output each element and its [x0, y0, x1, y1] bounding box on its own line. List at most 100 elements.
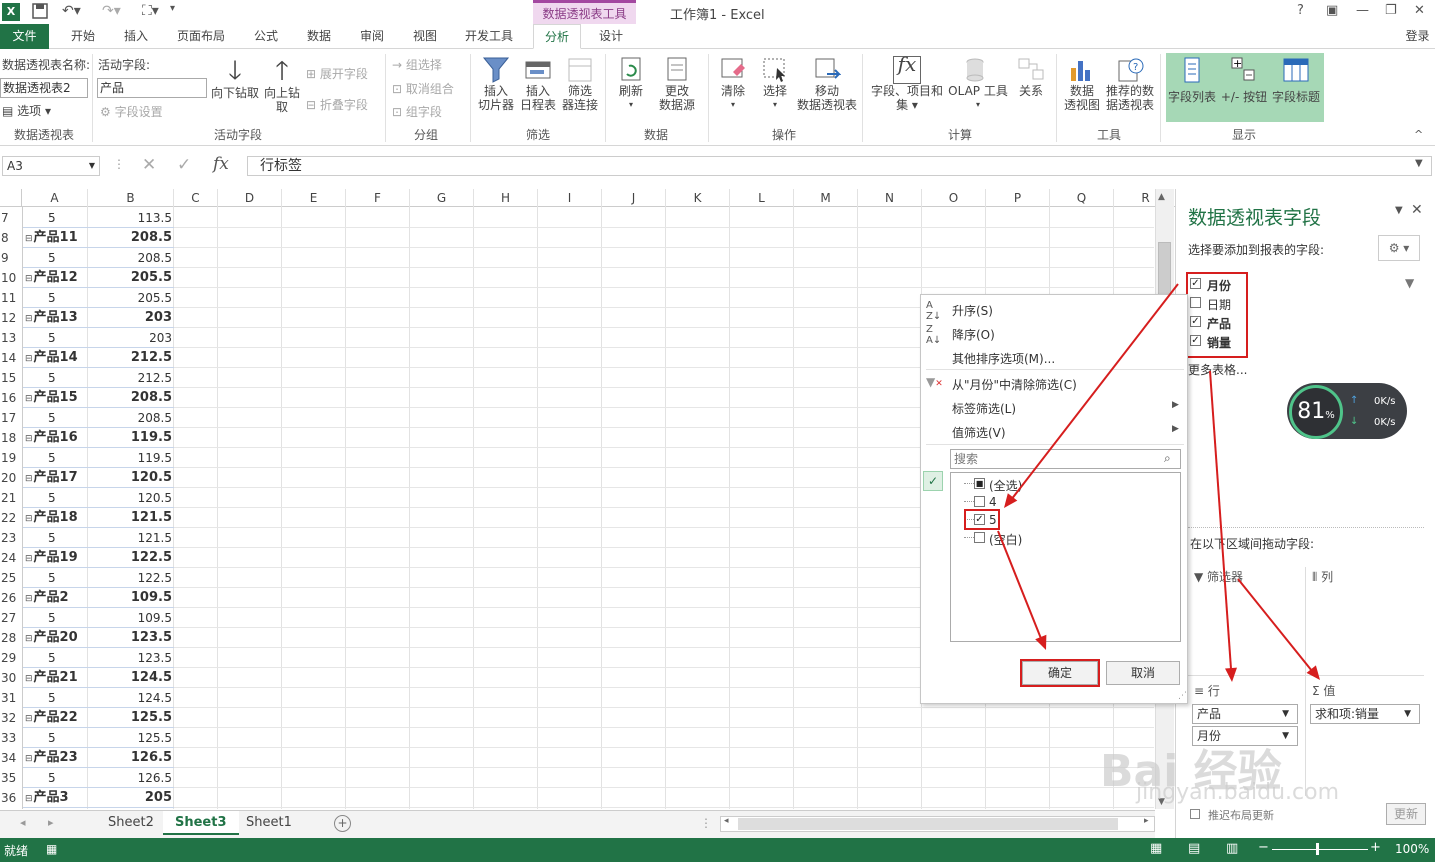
- row-header[interactable]: 24: [0, 548, 20, 568]
- sum-value-cell[interactable]: 205.5: [88, 288, 174, 308]
- row-header[interactable]: 20: [0, 468, 20, 488]
- sum-value-cell[interactable]: 125.5: [88, 708, 174, 728]
- move-pivot-button[interactable]: 移动 数据透视表: [796, 56, 858, 112]
- close-icon[interactable]: ✕: [1414, 3, 1425, 18]
- pane-settings-button[interactable]: ⚙ ▾: [1378, 235, 1420, 261]
- sum-value-cell[interactable]: 121.5: [88, 528, 174, 548]
- column-header-j[interactable]: J: [602, 189, 666, 207]
- sum-value-cell[interactable]: 205: [88, 788, 174, 808]
- select-all-corner[interactable]: [0, 189, 22, 207]
- login-link[interactable]: 登录: [1400, 24, 1435, 49]
- row-header[interactable]: 31: [0, 688, 20, 708]
- filter-item-checkbox-3[interactable]: [974, 532, 985, 543]
- sum-value-cell[interactable]: 120.5: [88, 488, 174, 508]
- recommended-pivot-button[interactable]: ? 推荐的数 据透视表: [1104, 56, 1156, 112]
- refresh-button[interactable]: 刷新 ▾: [612, 56, 650, 112]
- row-header[interactable]: 25: [0, 568, 20, 588]
- product-row-label[interactable]: ⊟产品12: [22, 268, 88, 288]
- sum-value-cell[interactable]: 119.5: [88, 428, 174, 448]
- column-header-b[interactable]: B: [88, 189, 174, 207]
- collapse-row-icon[interactable]: ⊟: [25, 394, 33, 404]
- active-field-input[interactable]: 产品: [97, 78, 207, 98]
- sum-value-cell[interactable]: 208.5: [88, 228, 174, 248]
- sheet-tab-sheet3[interactable]: Sheet3: [163, 811, 239, 835]
- filter-item-checkbox-1[interactable]: [974, 496, 985, 507]
- group-selection-button[interactable]: → 组选择: [392, 56, 442, 73]
- row-header[interactable]: 34: [0, 748, 20, 768]
- olap-tools-button[interactable]: OLAP 工具 ▾: [946, 56, 1010, 112]
- column-header-n[interactable]: N: [858, 189, 922, 207]
- sum-value-cell[interactable]: 203: [88, 328, 174, 348]
- collapse-row-icon[interactable]: ⊟: [25, 354, 33, 364]
- row-header[interactable]: 10: [0, 268, 20, 288]
- scroll-left-icon[interactable]: ◂: [724, 816, 729, 826]
- expand-field-button[interactable]: ⊞ 展开字段: [306, 65, 368, 82]
- product-row-label[interactable]: ⊟产品21: [22, 668, 88, 688]
- macro-record-icon[interactable]: ▦: [46, 842, 57, 856]
- month-row-label[interactable]: 5: [22, 728, 88, 748]
- sum-value-cell[interactable]: 123.5: [88, 628, 174, 648]
- row-header[interactable]: 29: [0, 648, 20, 668]
- row-header[interactable]: 11: [0, 288, 20, 308]
- row-header[interactable]: 14: [0, 348, 20, 368]
- pivot-name-input[interactable]: 数据透视表2: [0, 78, 88, 98]
- sum-value-cell[interactable]: 126.5: [88, 748, 174, 768]
- collapse-row-icon[interactable]: ⊟: [25, 434, 33, 444]
- product-row-label[interactable]: ⊟产品16: [22, 428, 88, 448]
- month-row-label[interactable]: 5: [22, 288, 88, 308]
- product-row-label[interactable]: ⊟产品18: [22, 508, 88, 528]
- add-sheet-icon[interactable]: +: [334, 815, 351, 832]
- collapse-row-icon[interactable]: ⊟: [25, 234, 33, 244]
- row-header[interactable]: 22: [0, 508, 20, 528]
- value-filter-item[interactable]: 值筛选(V): [952, 424, 1006, 441]
- prev-sheet-icon[interactable]: ◂: [20, 816, 26, 829]
- pane-close-icon[interactable]: ✕: [1411, 202, 1423, 218]
- page-layout-view-icon[interactable]: ▤: [1188, 841, 1200, 856]
- formula-input[interactable]: 行标签: [247, 156, 1432, 176]
- filter-connections-button[interactable]: 筛选 器连接: [560, 56, 600, 112]
- sum-value-cell[interactable]: 212.5: [88, 348, 174, 368]
- product-row-label[interactable]: ⊟产品2: [22, 588, 88, 608]
- collapse-row-icon[interactable]: ⊟: [25, 554, 33, 564]
- row-header[interactable]: 32: [0, 708, 20, 728]
- column-header-k[interactable]: K: [666, 189, 730, 207]
- collapse-row-icon[interactable]: ⊟: [25, 754, 33, 764]
- drill-up-button[interactable]: 🡑 向上钻 取: [262, 56, 302, 114]
- update-button[interactable]: 更新: [1386, 803, 1426, 825]
- field-headers-button[interactable]: 字段标题: [1270, 56, 1322, 104]
- collapse-row-icon[interactable]: ⊟: [25, 514, 33, 524]
- product-row-label[interactable]: ⊟产品20: [22, 628, 88, 648]
- collapse-row-icon[interactable]: ⊟: [25, 594, 33, 604]
- collapse-row-icon[interactable]: ⊟: [25, 714, 33, 724]
- insert-function-icon[interactable]: fx: [213, 154, 229, 174]
- more-tables-link[interactable]: 更多表格...: [1188, 361, 1247, 378]
- month-row-label[interactable]: 5: [22, 528, 88, 548]
- select-button[interactable]: 选择 ▾: [756, 56, 794, 112]
- plus-minus-buttons-button[interactable]: + +/- 按钮: [1220, 56, 1268, 104]
- month-row-label[interactable]: 5: [22, 368, 88, 388]
- month-row-label[interactable]: 5: [22, 768, 88, 788]
- fields-items-sets-button[interactable]: fx 字段、项目和 集 ▾: [868, 54, 946, 112]
- column-header-m[interactable]: M: [794, 189, 858, 207]
- tab-data[interactable]: 数据: [296, 24, 342, 49]
- undo-icon[interactable]: ↶▾: [62, 3, 81, 19]
- page-break-view-icon[interactable]: ▥: [1226, 841, 1238, 856]
- row-header[interactable]: 18: [0, 428, 20, 448]
- field-settings-button[interactable]: ⚙ 字段设置: [100, 103, 163, 120]
- more-sort-options[interactable]: 其他排序选项(M)...: [952, 350, 1055, 367]
- minimize-icon[interactable]: —: [1356, 3, 1369, 18]
- row-header[interactable]: 35: [0, 768, 20, 788]
- sum-value-cell[interactable]: 208.5: [88, 408, 174, 428]
- column-header-i[interactable]: I: [538, 189, 602, 207]
- sort-descending[interactable]: 降序(O): [952, 326, 995, 343]
- row-header[interactable]: 28: [0, 628, 20, 648]
- restore-icon[interactable]: ❐: [1385, 3, 1397, 18]
- scroll-right-icon[interactable]: ▸: [1144, 816, 1149, 826]
- row-header[interactable]: 13: [0, 328, 20, 348]
- row-header[interactable]: 36: [0, 788, 20, 808]
- month-row-label[interactable]: 5: [22, 688, 88, 708]
- month-row-label[interactable]: 5: [22, 408, 88, 428]
- row-header[interactable]: 30: [0, 668, 20, 688]
- zoom-in-icon[interactable]: +: [1370, 840, 1381, 855]
- row-header[interactable]: 12: [0, 308, 20, 328]
